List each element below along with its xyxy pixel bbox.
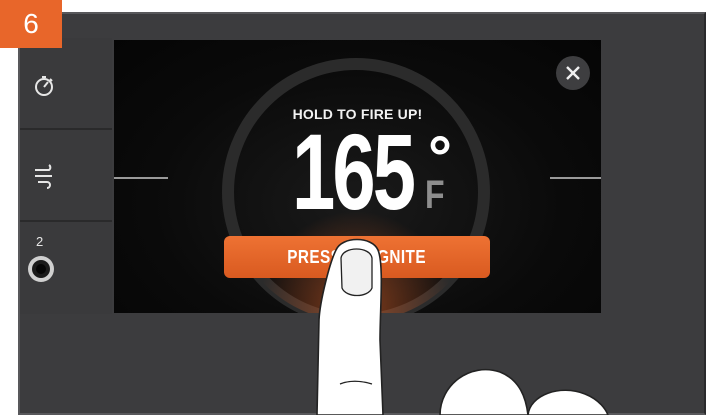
pointing-hand-illustration <box>316 238 609 415</box>
step-number: 6 <box>23 8 39 39</box>
step-number-badge: 6 <box>0 0 62 48</box>
